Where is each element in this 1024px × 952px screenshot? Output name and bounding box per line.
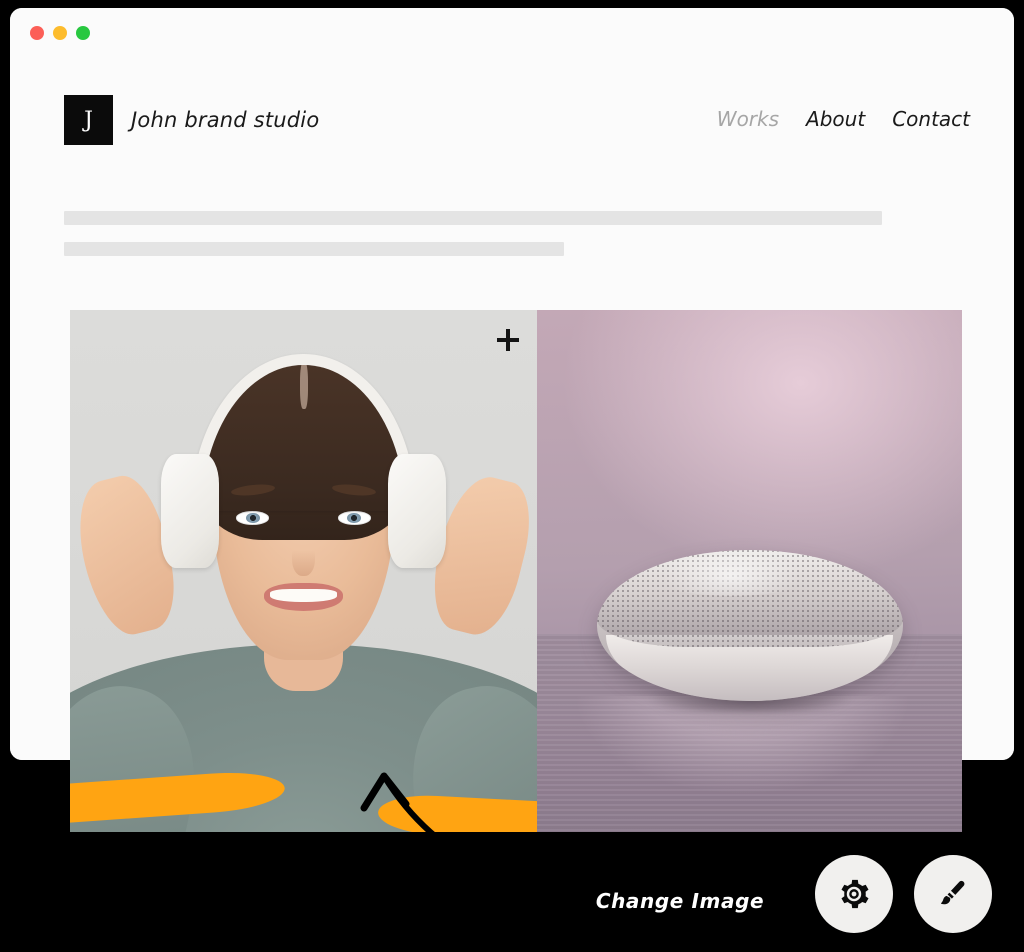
photo-woman-headphones (70, 310, 537, 832)
photo-detail-headphone-cup-left (161, 453, 220, 569)
site-header: J John brand studio Works About Contact (10, 60, 1014, 160)
photo-detail-headphone-cup-right (387, 453, 446, 569)
nav-link-contact[interactable]: Contact (892, 107, 970, 131)
photo-detail-iris-left (245, 512, 260, 524)
placeholder-bar-secondary (64, 242, 564, 256)
gallery-tile-smart-speaker[interactable] (537, 310, 962, 832)
paintbrush-icon (941, 880, 965, 905)
brand-lockup[interactable]: J John brand studio (64, 95, 319, 145)
maximize-window-button[interactable] (76, 26, 90, 40)
brush-button[interactable] (914, 855, 992, 933)
settings-button[interactable] (815, 855, 893, 933)
browser-titlebar (10, 8, 1014, 61)
site-nav: Works About Contact (717, 107, 970, 131)
nav-link-works[interactable]: Works (717, 107, 779, 131)
photo-detail-teeth (270, 589, 337, 603)
screenshot-stage: J John brand studio Works About Contact (0, 0, 1024, 952)
browser-window: J John brand studio Works About Contact (10, 8, 1014, 832)
gallery-tile-woman-headphones[interactable] (70, 310, 537, 832)
gear-icon (841, 879, 869, 909)
photo-smart-speaker (537, 310, 962, 832)
change-image-button[interactable]: Change Image (573, 873, 787, 929)
traffic-light-group (30, 26, 90, 40)
placeholder-bar-primary (64, 211, 882, 225)
photo-detail-nose (292, 539, 315, 577)
photo-detail-headphone-band (191, 354, 416, 511)
add-image-plus-icon-left[interactable] (497, 329, 519, 351)
minimize-window-button[interactable] (53, 26, 67, 40)
brand-name: John brand studio (131, 108, 320, 132)
browser-viewport: J John brand studio Works About Contact (10, 60, 1014, 832)
logo-mark: J (64, 95, 113, 145)
close-window-button[interactable] (30, 26, 44, 40)
nav-link-about[interactable]: About (806, 107, 865, 131)
image-gallery (70, 310, 962, 882)
photo-detail-speaker-body (596, 550, 903, 702)
bottom-toolbar: Change Image (0, 820, 1024, 952)
photo-detail-speaker-highlight (651, 556, 811, 596)
